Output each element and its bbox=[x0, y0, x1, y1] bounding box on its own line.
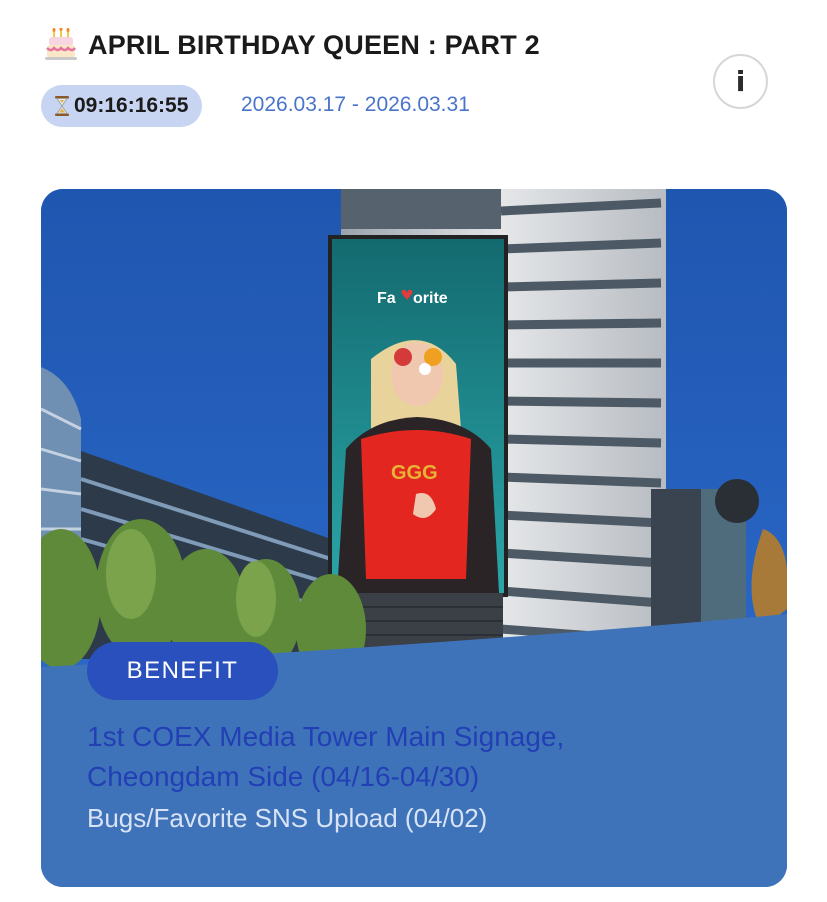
billboard-logo-right: orite bbox=[413, 290, 448, 307]
countdown-badge: 09:16:16:55 bbox=[41, 85, 203, 127]
svg-text:GGG: GGG bbox=[391, 462, 438, 484]
card-title: 1st COEX Media Tower Main Signage, Cheon… bbox=[87, 717, 737, 797]
info-icon: i bbox=[735, 65, 746, 98]
hourglass-icon bbox=[55, 96, 69, 116]
card-title-line-1: 1st COEX Media Tower Main Signage, bbox=[87, 721, 565, 752]
info-button[interactable]: i bbox=[713, 54, 768, 109]
benefit-badge-label: BENEFIT bbox=[126, 657, 239, 684]
event-date-range: 2026.03.17 - 2026.03.31 bbox=[241, 93, 470, 116]
card-subtitle: Bugs/Favorite SNS Upload (04/02) bbox=[87, 803, 488, 833]
card-title-line-2: Cheongdam Side (04/16-04/30) bbox=[87, 761, 480, 792]
page-header: APRIL BIRTHDAY QUEEN : PART 2 bbox=[44, 28, 540, 62]
benefit-card[interactable]: Fa orite GGG BENEFIT 1st COEX Media Towe… bbox=[41, 189, 787, 887]
cake-icon bbox=[45, 28, 77, 60]
benefit-badge: BENEFIT bbox=[87, 642, 278, 700]
page-title: APRIL BIRTHDAY QUEEN : PART 2 bbox=[88, 29, 540, 60]
billboard-logo-left: Fa bbox=[377, 290, 396, 307]
countdown-text: 09:16:16:55 bbox=[74, 94, 189, 117]
